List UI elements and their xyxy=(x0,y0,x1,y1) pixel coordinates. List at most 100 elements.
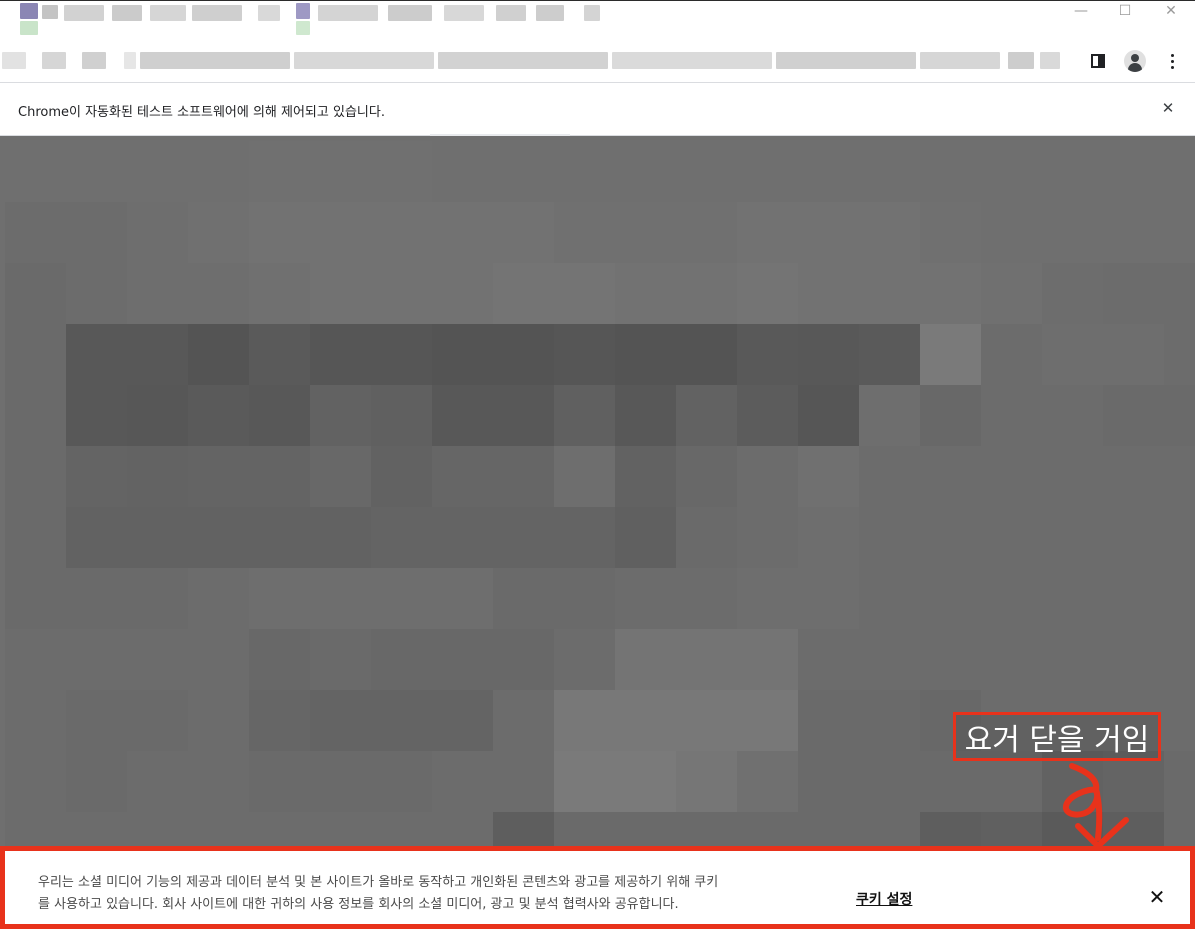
address-bar-blurred[interactable] xyxy=(124,52,1064,69)
profile-avatar-icon xyxy=(1124,50,1146,72)
mosaic-tile xyxy=(737,812,798,846)
tab-strip-blurred[interactable] xyxy=(0,1,620,37)
mosaic-tile xyxy=(371,446,432,507)
mosaic-tile xyxy=(554,202,615,263)
mosaic-tile xyxy=(188,263,249,324)
mosaic-tile xyxy=(859,385,920,446)
minimize-button[interactable]: — xyxy=(1059,1,1103,21)
mosaic-tile xyxy=(615,385,676,446)
mosaic-tile xyxy=(798,263,859,324)
mosaic-tile xyxy=(798,568,859,629)
cookie-consent-banner: 우리는 소셜 미디어 기능의 제공과 데이터 분석 및 본 사이트가 올바로 동… xyxy=(0,846,1195,929)
mosaic-tile xyxy=(615,324,676,385)
mosaic-tile xyxy=(371,263,432,324)
mosaic-tile xyxy=(554,446,615,507)
browser-window: — ☐ ✕ Chrome이 자동화된 테스트 소프트웨어에 의해 제어되고 있습… xyxy=(0,0,1195,929)
mosaic-tile xyxy=(676,751,737,812)
mosaic-tile xyxy=(1164,446,1195,507)
mosaic-tile xyxy=(310,446,371,507)
mosaic-tile xyxy=(554,629,615,690)
mosaic-tile xyxy=(920,141,981,202)
kebab-menu-icon xyxy=(1170,53,1174,69)
mosaic-tile xyxy=(981,629,1042,690)
mosaic-tile xyxy=(920,507,981,568)
mosaic-tile xyxy=(493,141,554,202)
menu-button[interactable] xyxy=(1158,47,1186,75)
mosaic-tile xyxy=(432,141,493,202)
mosaic-tile xyxy=(676,507,737,568)
mosaic-tile xyxy=(615,263,676,324)
mosaic-tile xyxy=(127,263,188,324)
cookie-settings-link[interactable]: 쿠키 설정 xyxy=(856,889,912,909)
mosaic-tile xyxy=(615,568,676,629)
mosaic-tile xyxy=(554,385,615,446)
mosaic-tile xyxy=(615,812,676,846)
mosaic-tile xyxy=(249,324,310,385)
mosaic-tile xyxy=(188,507,249,568)
mosaic-tile xyxy=(1042,202,1103,263)
mosaic-tile xyxy=(737,385,798,446)
mosaic-tile xyxy=(249,690,310,751)
annotation-arrow-icon xyxy=(1063,763,1129,849)
mosaic-tile xyxy=(432,507,493,568)
mosaic-tile xyxy=(310,507,371,568)
mosaic-tile xyxy=(676,629,737,690)
mosaic-tile xyxy=(249,629,310,690)
mosaic-tile xyxy=(554,141,615,202)
mosaic-tile xyxy=(310,629,371,690)
side-panel-button[interactable] xyxy=(1084,47,1112,75)
mosaic-tile xyxy=(188,202,249,263)
mosaic-tile xyxy=(127,385,188,446)
mosaic-tile xyxy=(981,507,1042,568)
mosaic-tile xyxy=(310,568,371,629)
mosaic-tile xyxy=(5,324,66,385)
mosaic-tile xyxy=(981,812,1042,846)
cookie-notice-text: 우리는 소셜 미디어 기능의 제공과 데이터 분석 및 본 사이트가 올바로 동… xyxy=(38,875,719,912)
mosaic-tile xyxy=(127,568,188,629)
nav-buttons-blurred[interactable] xyxy=(0,52,120,69)
mosaic-tile xyxy=(1103,263,1164,324)
mosaic-tile xyxy=(1042,629,1103,690)
infobar-close-button[interactable]: ✕ xyxy=(1157,97,1179,119)
mosaic-tile xyxy=(859,812,920,846)
mosaic-tile xyxy=(188,568,249,629)
mosaic-tile xyxy=(249,446,310,507)
mosaic-tile xyxy=(310,202,371,263)
mosaic-tile xyxy=(676,263,737,324)
mosaic-tile xyxy=(371,629,432,690)
mosaic-tile xyxy=(981,446,1042,507)
mosaic-tile xyxy=(1164,568,1195,629)
mosaic-tile xyxy=(127,324,188,385)
profile-button[interactable] xyxy=(1121,47,1149,75)
mosaic-tile xyxy=(554,324,615,385)
mosaic-tile xyxy=(66,263,127,324)
mosaic-tile xyxy=(432,324,493,385)
mosaic-tile xyxy=(737,690,798,751)
mosaic-tile xyxy=(127,507,188,568)
mosaic-tile xyxy=(798,141,859,202)
annotation-label: 요거 닫을 거임 xyxy=(953,712,1161,761)
mosaic-tile xyxy=(249,507,310,568)
mosaic-tile xyxy=(493,568,554,629)
mosaic-tile xyxy=(798,446,859,507)
mosaic-tile xyxy=(676,141,737,202)
browser-toolbar xyxy=(0,36,1195,82)
mosaic-tile xyxy=(798,324,859,385)
mosaic-tile xyxy=(676,812,737,846)
mosaic-tile xyxy=(66,568,127,629)
mosaic-tile xyxy=(676,446,737,507)
window-close-button[interactable]: ✕ xyxy=(1149,1,1193,21)
mosaic-tile xyxy=(371,568,432,629)
mosaic-tile xyxy=(1103,385,1164,446)
mosaic-tile xyxy=(981,568,1042,629)
mosaic-tile xyxy=(310,324,371,385)
mosaic-tile xyxy=(493,324,554,385)
maximize-button[interactable]: ☐ xyxy=(1103,1,1147,21)
mosaic-tile xyxy=(737,568,798,629)
mosaic-tile xyxy=(310,141,371,202)
side-panel-icon xyxy=(1091,54,1105,68)
mosaic-tile xyxy=(5,751,66,812)
mosaic-tile xyxy=(615,690,676,751)
cookie-banner-close-button[interactable]: ✕ xyxy=(1145,885,1169,909)
mosaic-tile xyxy=(432,690,493,751)
